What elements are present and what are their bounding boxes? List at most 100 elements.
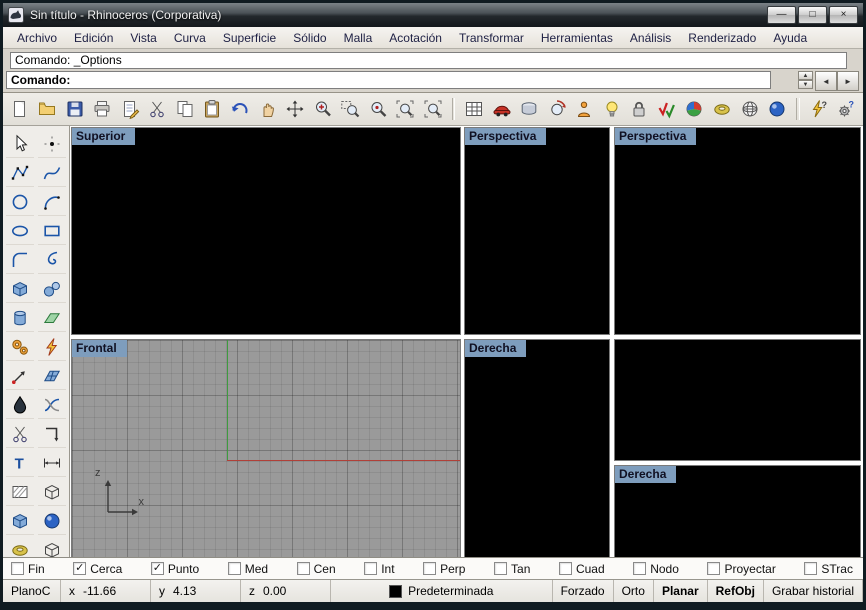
viewport-derecha-mid[interactable]: Derecha (464, 339, 610, 557)
explode-icon[interactable] (38, 334, 66, 361)
viewport-perspectiva-right[interactable]: Perspectiva (614, 127, 861, 335)
surface-icon[interactable] (38, 363, 66, 390)
titlebar[interactable]: Sin título - Rhinoceros (Corporativa) — … (3, 3, 863, 27)
osnap-item-tan[interactable]: Tan (494, 562, 530, 576)
menu-item-archivo[interactable]: Archivo (9, 29, 65, 47)
show-hide-icon[interactable] (655, 97, 679, 121)
menu-item-solido[interactable]: Sólido (285, 29, 334, 47)
menu-item-herramientas[interactable]: Herramientas (533, 29, 621, 47)
viewport-perspectiva-mid-label[interactable]: Perspectiva (465, 128, 547, 145)
zoom-extents-icon[interactable] (393, 97, 417, 121)
zoom-selected-icon[interactable] (366, 97, 390, 121)
text-icon[interactable]: T (6, 450, 34, 477)
ellipse-icon[interactable] (6, 218, 34, 245)
layer-panel-button[interactable]: Predeterminada (331, 580, 553, 602)
osnap-checkbox-cen[interactable] (296, 562, 310, 575)
wireframe-icon[interactable] (738, 97, 762, 121)
viewport-frontal-label[interactable]: Frontal (72, 340, 127, 357)
hatch-icon[interactable] (6, 479, 34, 506)
zoom-dynamic-icon[interactable] (311, 97, 335, 121)
torus-icon[interactable] (6, 537, 34, 557)
viewport-frontal[interactable]: Frontal z x (71, 339, 461, 557)
polyline-icon[interactable] (6, 160, 34, 187)
osnap-checkbox-perp[interactable] (423, 562, 437, 575)
viewport-derecha-mid-label[interactable]: Derecha (465, 340, 527, 357)
scroll-up-button[interactable]: ▲ (798, 71, 813, 80)
lock-icon[interactable] (628, 97, 652, 121)
curve-icon[interactable] (38, 160, 66, 187)
statusbar-refobj[interactable]: RefObj (708, 580, 764, 602)
plane-icon[interactable] (38, 305, 66, 332)
render-icon[interactable] (683, 97, 707, 121)
arc-icon[interactable] (38, 189, 66, 216)
corner-icon[interactable] (38, 421, 66, 448)
osnap-checkbox-int[interactable] (364, 562, 378, 575)
menu-item-analisis[interactable]: Análisis (622, 29, 679, 47)
menu-item-acotacion[interactable]: Acotación (381, 29, 450, 47)
circle-icon[interactable] (6, 189, 34, 216)
menu-item-vista[interactable]: Vista (122, 29, 164, 47)
cylinder-icon[interactable] (6, 305, 34, 332)
menu-item-edicion[interactable]: Edición (66, 29, 121, 47)
solid-box-icon[interactable] (6, 508, 34, 535)
osnap-item-fin[interactable]: Fin (11, 562, 45, 576)
notes-icon[interactable] (118, 97, 142, 121)
viewport-blank[interactable] (614, 339, 861, 461)
rectangle-icon[interactable] (38, 218, 66, 245)
pan-icon[interactable] (256, 97, 280, 121)
menu-item-superficie[interactable]: Superficie (215, 29, 284, 47)
viewport-derecha-bottom[interactable]: Derecha (614, 465, 861, 557)
layers-icon[interactable] (518, 97, 542, 121)
set-view-icon[interactable] (573, 97, 597, 121)
paste-icon[interactable] (201, 97, 225, 121)
save-icon[interactable] (63, 97, 87, 121)
osnap-checkbox-proyectar[interactable] (707, 562, 721, 575)
render-preview-icon[interactable] (710, 97, 734, 121)
analyze-drop-icon[interactable] (6, 392, 34, 419)
extend-icon[interactable] (38, 247, 66, 274)
close-button[interactable]: × (829, 6, 858, 24)
menu-item-ayuda[interactable]: Ayuda (765, 29, 815, 47)
solid-sphere-icon[interactable] (38, 508, 66, 535)
command-input[interactable]: Comando: (6, 71, 771, 89)
osnap-item-perp[interactable]: Perp (423, 562, 465, 576)
viewport-superior[interactable]: Superior (71, 127, 461, 335)
open-file-icon[interactable] (36, 97, 60, 121)
minimize-button[interactable]: — (767, 6, 796, 24)
move-point-icon[interactable] (6, 363, 34, 390)
statusbar-grabar-historial[interactable]: Grabar historial (764, 580, 863, 602)
osnap-item-cen[interactable]: Cen (296, 562, 336, 576)
osnap-checkbox-tan[interactable] (494, 562, 508, 575)
statusbar-orto[interactable]: Orto (614, 580, 654, 602)
dimension-icon[interactable] (38, 450, 66, 477)
scroll-right-button[interactable]: ► (837, 71, 859, 91)
scroll-left-button[interactable]: ◄ (815, 71, 837, 91)
named-views-icon[interactable] (490, 97, 514, 121)
menu-item-curva[interactable]: Curva (166, 29, 214, 47)
rotate-view-icon[interactable] (545, 97, 569, 121)
move-view-icon[interactable] (283, 97, 307, 121)
zoom-extents-all-icon[interactable] (421, 97, 445, 121)
osnap-item-proyectar[interactable]: Proyectar (707, 562, 776, 576)
viewport-perspectiva-right-label[interactable]: Perspectiva (615, 128, 697, 145)
osnap-item-cerca[interactable]: ✓ Cerca (73, 562, 122, 576)
undo-icon[interactable] (228, 97, 252, 121)
osnap-item-strac[interactable]: STrac (804, 562, 853, 576)
viewport-derecha-bottom-label[interactable]: Derecha (615, 466, 677, 483)
scroll-down-button[interactable]: ▼ (798, 80, 813, 89)
viewport-superior-label[interactable]: Superior (72, 128, 136, 145)
viewport-layout-icon[interactable] (462, 97, 486, 121)
osnap-item-cuad[interactable]: Cuad (558, 562, 605, 576)
osnap-checkbox-cuad[interactable] (558, 562, 572, 575)
menu-item-transformar[interactable]: Transformar (451, 29, 532, 47)
zoom-window-icon[interactable] (338, 97, 362, 121)
osnap-item-int[interactable]: Int (364, 562, 395, 576)
osnap-item-med[interactable]: Med (227, 562, 268, 576)
sphere-icon[interactable] (38, 276, 66, 303)
fillet-icon[interactable] (6, 247, 34, 274)
osnap-checkbox-strac[interactable] (804, 562, 818, 575)
cut-icon[interactable] (146, 97, 170, 121)
menu-item-renderizado[interactable]: Renderizado (680, 29, 764, 47)
join-icon[interactable] (38, 392, 66, 419)
osnap-checkbox-cerca[interactable]: ✓ (73, 562, 87, 575)
